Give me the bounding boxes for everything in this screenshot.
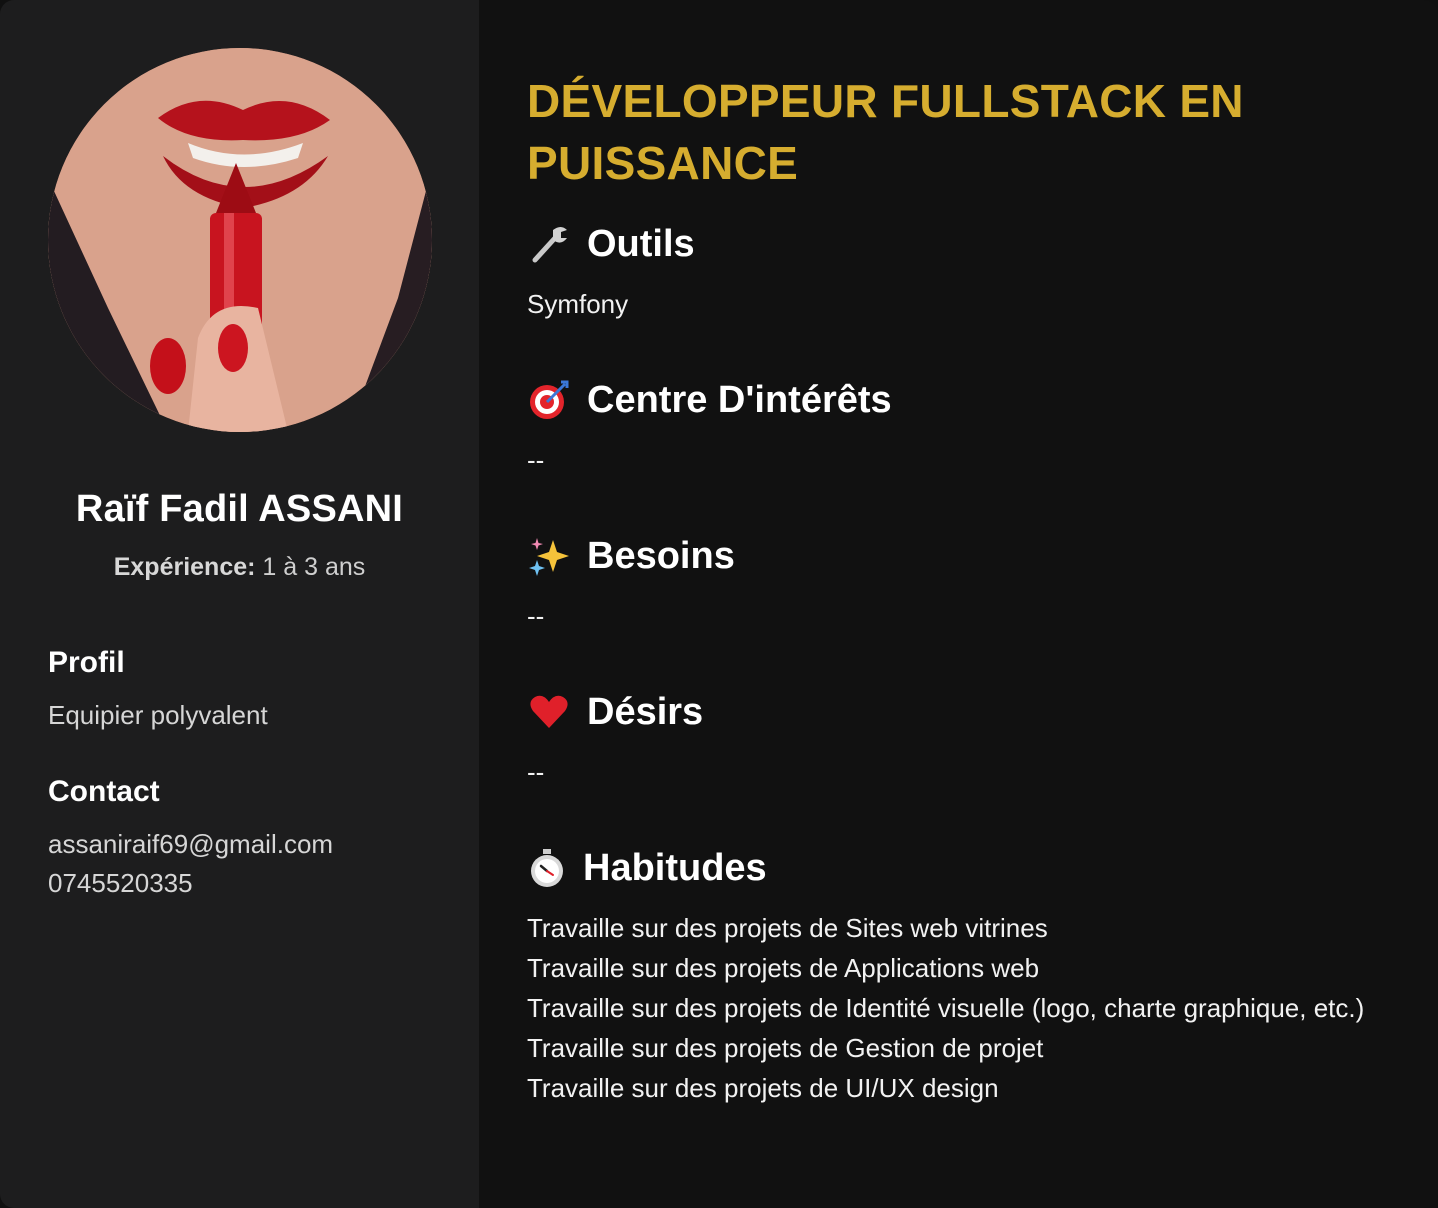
section-outils: Outils Symfony xyxy=(527,212,1390,324)
section-body: Travaille sur des projets de Sites web v… xyxy=(527,908,1390,1108)
list-item: -- xyxy=(527,601,545,631)
profil-heading: Profil xyxy=(48,646,125,679)
contact-details: assaniraif69@gmail.com 0745520335 xyxy=(48,825,431,903)
heart-icon xyxy=(527,690,571,734)
list-item: -- xyxy=(527,757,545,787)
page-title: DÉVELOPPEUR FULLSTACK EN PUISSANCE xyxy=(527,75,1244,189)
section-title: Outils xyxy=(527,212,1390,276)
section-title-text: Habitudes xyxy=(583,846,767,889)
section-centre-interets: Centre D'intérêts -- xyxy=(527,368,1390,480)
user-name: Raïf Fadil ASSANI xyxy=(75,488,404,530)
section-title-text: Outils xyxy=(587,222,695,265)
contact-heading: Contact xyxy=(48,775,160,808)
section-besoins: Besoins -- xyxy=(527,524,1390,636)
wrench-icon xyxy=(527,222,571,266)
list-item: Travaille sur des projets de Application… xyxy=(527,953,1040,983)
contact-email[interactable]: assaniraif69@gmail.com xyxy=(48,825,431,864)
section-title-text: Désirs xyxy=(587,690,704,733)
section-title-text: Besoins xyxy=(587,534,735,577)
list-item: Travaille sur des projets de Gestion de … xyxy=(527,1033,1044,1063)
section-habitudes: Habitudes Travaille sur des projets de S… xyxy=(527,836,1390,1108)
section-desirs: Désirs -- xyxy=(527,680,1390,792)
avatar xyxy=(48,48,432,432)
experience-label: Expérience: xyxy=(113,553,256,581)
section-title: Centre D'intérêts xyxy=(527,368,1390,432)
list-item: Travaille sur des projets de Sites web v… xyxy=(527,913,1048,943)
sidebar: Raïf Fadil ASSANI Expérience: 1 à 3 ans … xyxy=(0,0,479,1208)
avatar-illustration xyxy=(48,48,432,432)
section-body: -- xyxy=(527,596,1390,636)
sparkles-icon xyxy=(527,534,571,578)
section-body: -- xyxy=(527,440,1390,480)
contact-phone[interactable]: 0745520335 xyxy=(48,864,431,903)
section-title: Habitudes xyxy=(527,836,1390,900)
section-title: Besoins xyxy=(527,524,1390,588)
section-body: -- xyxy=(527,752,1390,792)
section-body: Symfony xyxy=(527,284,1390,324)
list-item: Travaille sur des projets de UI/UX desig… xyxy=(527,1073,999,1103)
list-item: -- xyxy=(527,445,545,475)
experience: Expérience: 1 à 3 ans xyxy=(48,553,431,582)
list-item: Symfony xyxy=(527,289,629,319)
section-title-text: Centre D'intérêts xyxy=(587,378,892,421)
section-title: Désirs xyxy=(527,680,1390,744)
target-icon xyxy=(527,378,571,422)
main-content: DÉVELOPPEUR FULLSTACK EN PUISSANCE Outil… xyxy=(479,0,1438,1208)
profil-value: Equipier polyvalent xyxy=(48,700,268,730)
list-item: Travaille sur des projets de Identité vi… xyxy=(527,993,1365,1023)
stopwatch-icon xyxy=(527,846,567,890)
experience-value: 1 à 3 ans xyxy=(262,553,366,581)
profile-card: Raïf Fadil ASSANI Expérience: 1 à 3 ans … xyxy=(0,0,1438,1208)
